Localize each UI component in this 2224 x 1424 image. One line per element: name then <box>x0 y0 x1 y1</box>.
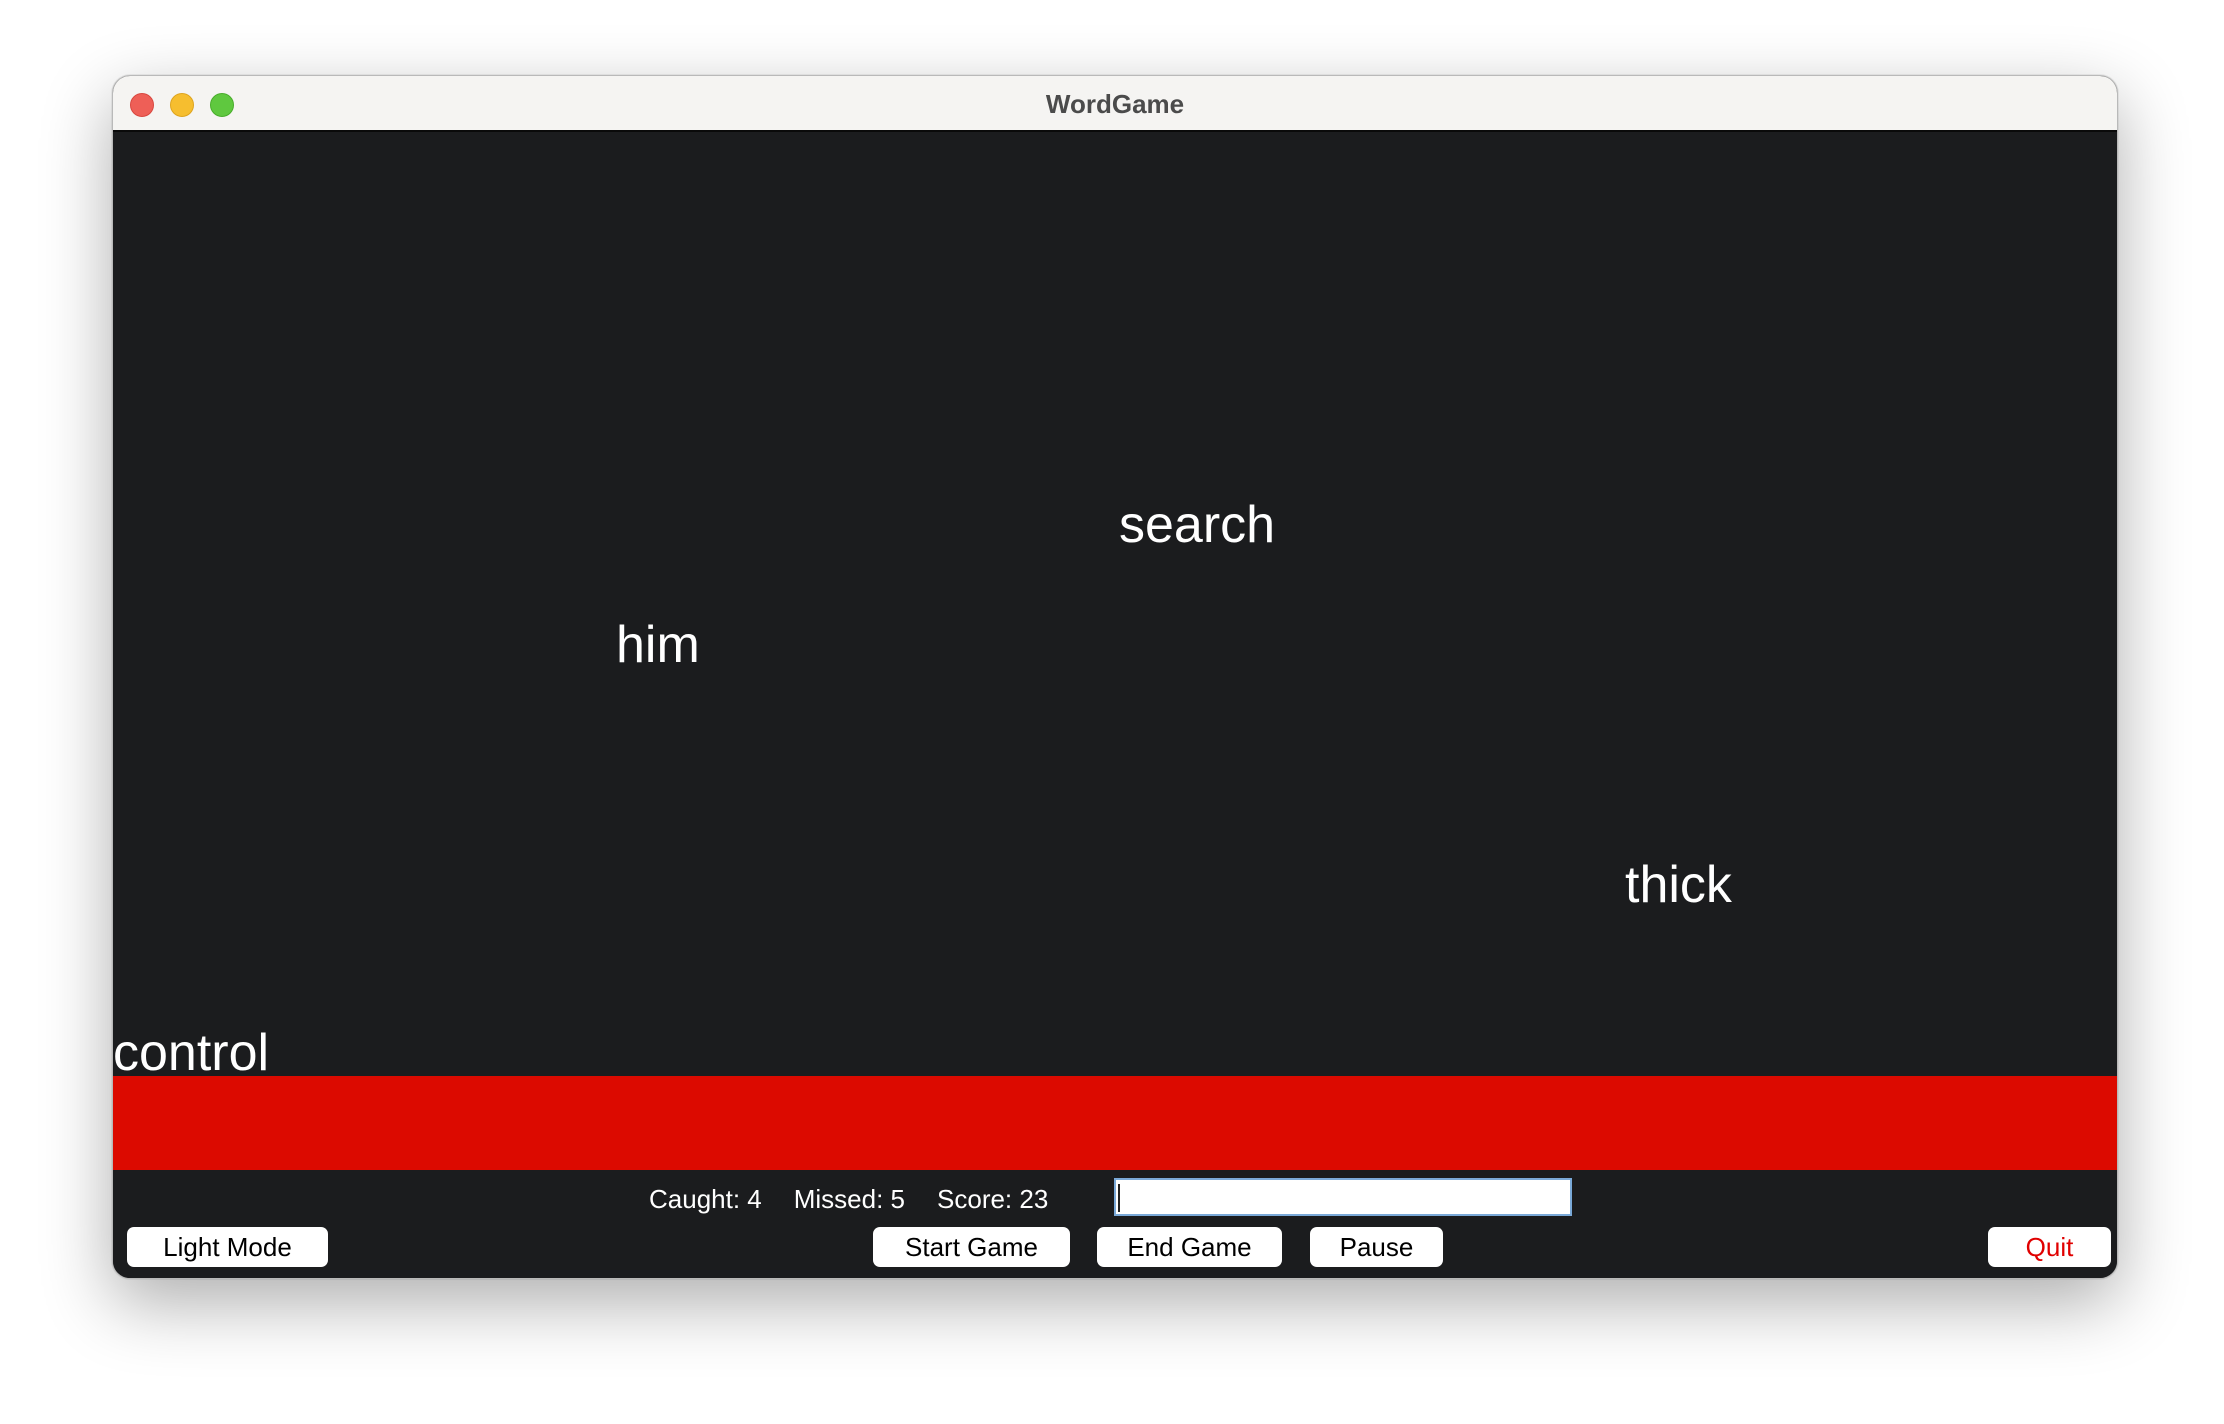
window-title: WordGame <box>1045 89 1185 119</box>
word-input[interactable] <box>1114 1178 1572 1216</box>
falling-word: control <box>113 1024 270 1082</box>
pause-button[interactable]: Pause <box>1310 1227 1443 1267</box>
quit-button[interactable]: Quit <box>1988 1227 2111 1267</box>
start-game-button[interactable]: Start Game <box>873 1227 1070 1267</box>
missed-count: Missed: 5 <box>793 1183 906 1214</box>
app-window: WordGame search him thick control Caught… <box>112 75 2118 1279</box>
falling-word: search <box>1119 496 1276 554</box>
text-cursor <box>1118 1184 1120 1212</box>
control-panel: Caught: 4 Missed: 5 Score: 23 Light Mode… <box>113 1170 2117 1278</box>
falling-word: him <box>616 616 700 674</box>
caught-count: Caught: 4 <box>649 1183 762 1214</box>
danger-zone-bar <box>113 1076 2117 1170</box>
falling-word: thick <box>1625 856 1732 914</box>
title-bar[interactable]: WordGame <box>113 76 2117 132</box>
game-playfield: search him thick control <box>113 132 2117 1082</box>
score-value: Score: 23 <box>937 1183 1049 1214</box>
light-mode-button[interactable]: Light Mode <box>127 1227 328 1267</box>
stats-bar: Caught: 4 Missed: 5 Score: 23 <box>649 1182 1080 1216</box>
end-game-button[interactable]: End Game <box>1097 1227 1282 1267</box>
